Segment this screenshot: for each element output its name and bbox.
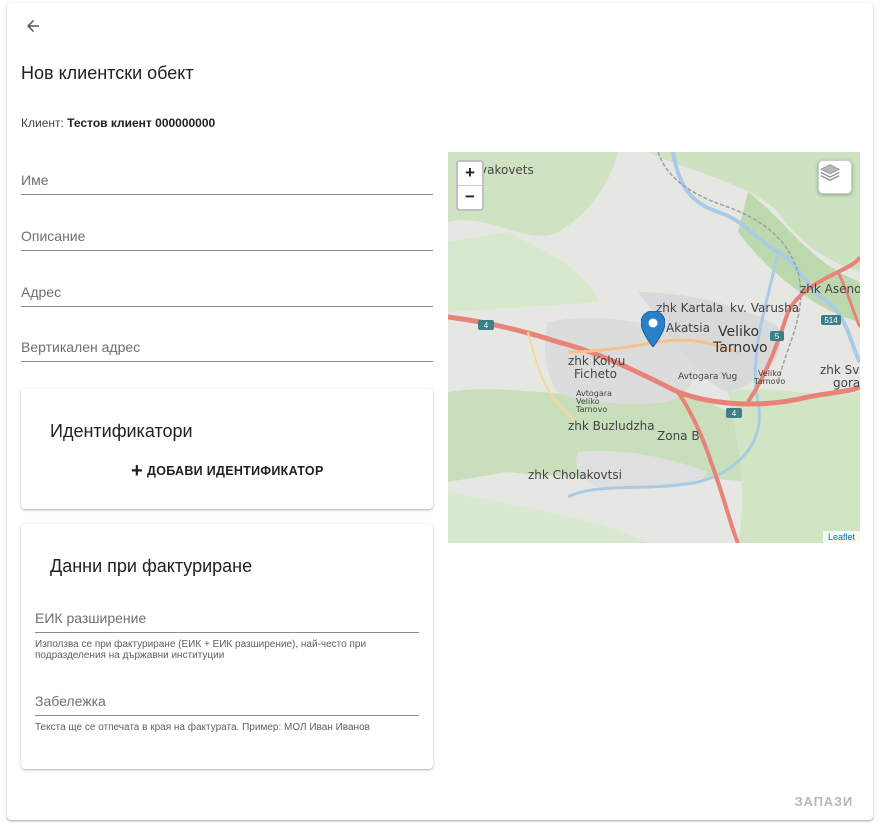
- address-input[interactable]: [21, 278, 433, 307]
- description-field-wrap: [21, 221, 433, 251]
- map-label-tarnovo: Tarnovo: [712, 340, 768, 356]
- eik-field-wrap: Използва се при фактуриране (ЕИК + ЕИК р…: [35, 604, 419, 661]
- name-input[interactable]: [21, 166, 433, 195]
- client-info: Клиент: Тестов клиент 000000000: [21, 116, 215, 130]
- map-label-akatsia: Akatsia: [666, 321, 710, 335]
- plus-icon: +: [131, 460, 143, 482]
- map-label-gora: gora: [833, 376, 860, 390]
- map-label-cholakovtsi: zhk Cholakovtsi: [528, 468, 622, 482]
- vertical-address-field-wrap: [21, 332, 433, 362]
- vertical-address-input[interactable]: [21, 333, 433, 362]
- road-shield-4b: 4: [732, 409, 737, 418]
- map-label-av-tarnovo: Tarnovo: [575, 405, 607, 414]
- page-title: Нов клиентски обект: [21, 63, 194, 83]
- client-label: Клиент:: [21, 116, 64, 130]
- note-field-wrap: Текста ще се отпечата в края на фактурат…: [35, 687, 419, 733]
- billing-panel: Данни при фактуриране Използва се при фа…: [21, 524, 433, 769]
- road-shield-4a: 4: [484, 321, 489, 330]
- layers-button[interactable]: [818, 160, 852, 194]
- zoom-out-button[interactable]: −: [458, 186, 482, 209]
- address-field-wrap: [21, 277, 433, 307]
- arrow-left-icon: [27, 20, 39, 32]
- location-map[interactable]: 4 4 5 514 yakovets zhk Kartala kv. Varus…: [448, 152, 860, 543]
- map-label-buzludzha: zhk Buzludzha: [568, 419, 655, 433]
- map-attribution-link[interactable]: Leaflet: [822, 531, 860, 543]
- note-hint: Текста ще се отпечата в края на фактурат…: [35, 722, 370, 733]
- map-label-lyakovets: yakovets: [480, 163, 534, 177]
- map-label-veliko: Veliko: [718, 324, 759, 340]
- road-shield-5: 5: [775, 332, 780, 341]
- map-label-kolyu: zhk Kolyu: [568, 354, 625, 368]
- layers-icon: [820, 164, 840, 181]
- note-input[interactable]: [35, 687, 419, 716]
- add-identifier-button[interactable]: + ДОБАВИ ИДЕНТИФИКАТОР: [131, 459, 324, 483]
- road-shield-514: 514: [824, 316, 838, 325]
- map-label-avtogara-yug: Avtogara Yug: [678, 372, 737, 382]
- client-value: Тестов клиент 000000000: [67, 116, 216, 130]
- map-label-vt-station-2: Tarnovo: [753, 377, 785, 386]
- form-card: Нов клиентски обект Клиент: Тестов клиен…: [7, 3, 873, 820]
- description-input[interactable]: [21, 222, 433, 251]
- map-label-varusha: kv. Varusha: [730, 301, 799, 315]
- zoom-control: + −: [456, 160, 484, 211]
- add-identifier-label: ДОБАВИ ИДЕНТИФИКАТОР: [146, 464, 324, 478]
- billing-title: Данни при фактуриране: [50, 556, 253, 576]
- map-label-sveta: zhk Sve: [820, 363, 860, 377]
- zoom-in-button[interactable]: +: [458, 162, 482, 186]
- identifiers-title: Идентификатори: [50, 421, 193, 441]
- map-label-ficheto: Ficheto: [574, 367, 617, 381]
- map-label-aseno: zhk Aseno: [800, 282, 860, 296]
- name-field-wrap: [21, 165, 433, 195]
- eik-hint: Използва се при фактуриране (ЕИК + ЕИК р…: [35, 639, 367, 661]
- back-button[interactable]: [19, 12, 47, 40]
- eik-extension-input[interactable]: [35, 604, 419, 633]
- map-tiles: 4 4 5 514 yakovets zhk Kartala kv. Varus…: [448, 152, 860, 543]
- identifiers-panel: Идентификатори + ДОБАВИ ИДЕНТИФИКАТОР: [21, 389, 433, 509]
- map-label-zona-b: Zona B: [657, 429, 700, 443]
- map-label-kartala: zhk Kartala: [656, 301, 723, 315]
- save-button[interactable]: ЗАПАЗИ: [795, 794, 853, 809]
